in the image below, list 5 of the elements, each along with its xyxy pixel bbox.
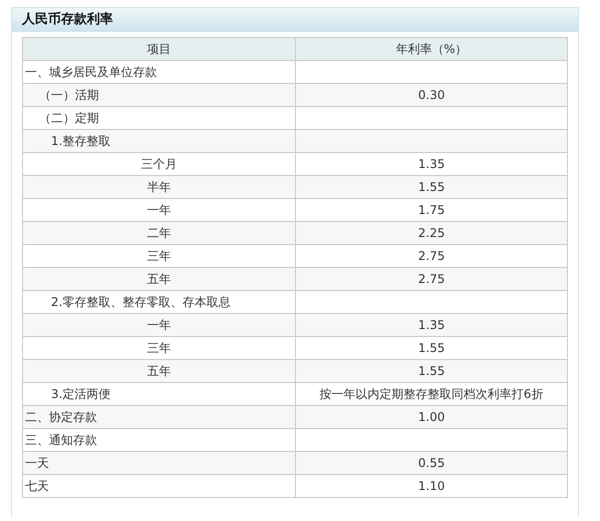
panel-title: 人民币存款利率	[22, 10, 113, 30]
column-header: 项目	[22, 38, 296, 60]
table-cell: 七天	[22, 474, 296, 498]
table-cell: 1.10	[296, 474, 568, 498]
column-header: 年利率（%）	[296, 38, 568, 60]
